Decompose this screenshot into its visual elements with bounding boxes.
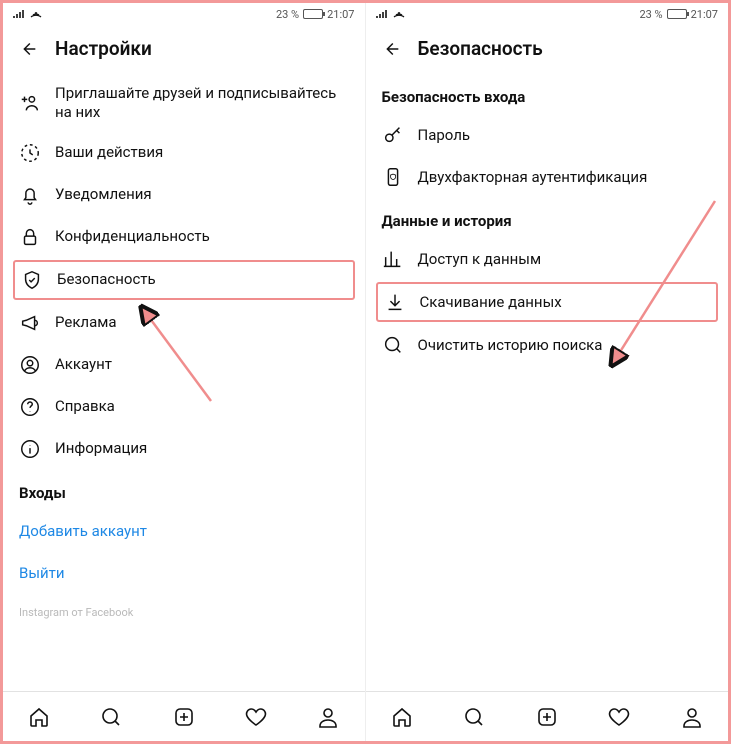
item-label: Двухфакторная аутентификация [418, 168, 648, 187]
settings-item-activity[interactable]: Ваши действия [9, 132, 359, 174]
settings-item-security[interactable]: Безопасность [13, 260, 355, 300]
battery-icon [667, 9, 687, 19]
clock: 21:07 [327, 8, 354, 21]
settings-item-invite[interactable]: Приглашайте друзей и подписывайтесь на н… [9, 74, 359, 132]
settings-item-ads[interactable]: Реклама [9, 302, 359, 344]
item-label: Пароль [418, 126, 471, 145]
megaphone-icon [19, 312, 41, 334]
bell-icon [19, 184, 41, 206]
section-login-security: Безопасность входа [372, 74, 723, 114]
logout-link[interactable]: Выйти [9, 552, 359, 594]
item-label: Информация [55, 439, 147, 458]
download-icon [384, 291, 406, 313]
signal-icon [376, 9, 405, 19]
logins-title: Входы [9, 470, 359, 510]
battery-percent: 23 % [276, 8, 299, 21]
nav-profile-icon[interactable] [315, 704, 341, 730]
brand-note: Instagram от Facebook [9, 594, 359, 631]
bottom-nav [366, 691, 729, 741]
item-label: Ваши действия [55, 143, 163, 162]
security-item-password[interactable]: Пароль [372, 114, 723, 156]
clock: 21:07 [691, 8, 718, 21]
security-item-data-access[interactable]: Доступ к данным [372, 238, 723, 280]
search-icon [382, 334, 404, 356]
item-label: Очистить историю поиска [418, 336, 603, 355]
nav-heart-icon[interactable] [606, 704, 632, 730]
bottom-nav [3, 691, 365, 741]
user-circle-icon [19, 354, 41, 376]
settings-item-info[interactable]: Информация [9, 428, 359, 470]
info-icon [19, 438, 41, 460]
settings-item-account[interactable]: Аккаунт [9, 344, 359, 386]
signal-icon [13, 9, 42, 19]
nav-add-icon[interactable] [171, 704, 197, 730]
page-title: Безопасность [418, 37, 543, 60]
add-account-link[interactable]: Добавить аккаунт [9, 510, 359, 552]
phone-security: 23 % 21:07 Безопасность Безопасность вхо… [366, 3, 729, 741]
add-user-icon [19, 92, 41, 114]
chart-bars-icon [382, 248, 404, 270]
security-item-clear-search[interactable]: Очистить историю поиска [372, 324, 723, 366]
nav-home-icon[interactable] [389, 704, 415, 730]
battery-icon [303, 9, 323, 19]
item-label: Скачивание данных [420, 293, 562, 312]
security-item-2fa[interactable]: Двухфакторная аутентификация [372, 156, 723, 198]
nav-search-icon[interactable] [98, 704, 124, 730]
settings-item-notifications[interactable]: Уведомления [9, 174, 359, 216]
shield-check-icon [21, 269, 43, 291]
clock-dashed-icon [19, 142, 41, 164]
item-label: Безопасность [57, 270, 156, 289]
nav-home-icon[interactable] [26, 704, 52, 730]
battery-percent: 23 % [639, 8, 662, 21]
status-bar: 23 % 21:07 [366, 3, 729, 25]
item-label: Конфиденциальность [55, 227, 210, 246]
item-label: Уведомления [55, 185, 152, 204]
shield-phone-icon [382, 166, 404, 188]
nav-search-icon[interactable] [461, 704, 487, 730]
item-label: Приглашайте друзей и подписывайтесь на н… [55, 84, 349, 122]
settings-item-privacy[interactable]: Конфиденциальность [9, 216, 359, 258]
item-label: Реклама [55, 313, 117, 332]
nav-profile-icon[interactable] [679, 704, 705, 730]
page-title: Настройки [55, 37, 152, 60]
header: Безопасность [366, 25, 729, 74]
item-label: Справка [55, 397, 115, 416]
key-icon [382, 124, 404, 146]
back-button[interactable] [17, 38, 39, 60]
header: Настройки [3, 25, 365, 74]
item-label: Доступ к данным [418, 250, 542, 269]
security-item-download-data[interactable]: Скачивание данных [376, 282, 719, 322]
back-button[interactable] [380, 38, 402, 60]
nav-add-icon[interactable] [534, 704, 560, 730]
nav-heart-icon[interactable] [243, 704, 269, 730]
status-bar: 23 % 21:07 [3, 3, 365, 25]
section-data-history: Данные и история [372, 198, 723, 238]
lock-icon [19, 226, 41, 248]
help-icon [19, 396, 41, 418]
phone-settings: 23 % 21:07 Настройки Приглашайте друзей … [3, 3, 366, 741]
settings-item-help[interactable]: Справка [9, 386, 359, 428]
item-label: Аккаунт [55, 355, 112, 374]
